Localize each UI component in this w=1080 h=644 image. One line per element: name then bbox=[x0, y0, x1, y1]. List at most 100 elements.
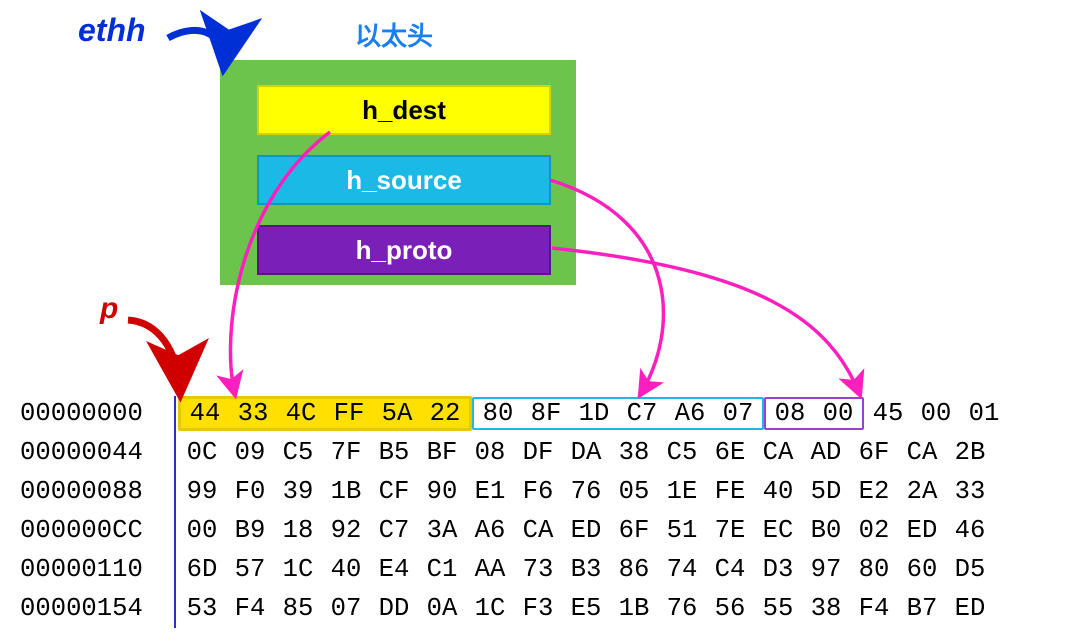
hex-byte: 45 bbox=[864, 394, 912, 433]
hex-byte: 1C bbox=[466, 589, 514, 628]
bytes-proto: 0800 bbox=[764, 397, 864, 430]
hex-byte: ED bbox=[946, 589, 994, 628]
hex-byte: E2 bbox=[850, 472, 898, 511]
hex-byte: 3A bbox=[418, 511, 466, 550]
hex-byte: 80 bbox=[850, 550, 898, 589]
hex-byte: 76 bbox=[562, 472, 610, 511]
hex-byte: 99 bbox=[178, 472, 226, 511]
hex-byte: AD bbox=[802, 433, 850, 472]
p-label: p bbox=[100, 292, 118, 326]
hex-byte: 40 bbox=[754, 472, 802, 511]
hex-byte: F0 bbox=[226, 472, 274, 511]
hex-byte: 97 bbox=[802, 550, 850, 589]
hex-byte: ED bbox=[898, 511, 946, 550]
hex-byte: 40 bbox=[322, 550, 370, 589]
field-h-proto: h_proto bbox=[257, 225, 551, 275]
hex-byte: 55 bbox=[754, 589, 802, 628]
hex-byte: C7 bbox=[370, 511, 418, 550]
hex-byte: DA bbox=[562, 433, 610, 472]
hex-byte: F3 bbox=[514, 589, 562, 628]
hex-byte: C5 bbox=[274, 433, 322, 472]
hex-byte: 09 bbox=[226, 433, 274, 472]
struct-title: 以太头 bbox=[355, 16, 433, 53]
hex-byte: 56 bbox=[706, 589, 754, 628]
hex-byte: CA bbox=[898, 433, 946, 472]
hex-byte: 0C bbox=[178, 433, 226, 472]
hex-row: 000000CC00B91892C73AA6CAED6F517EECB002ED… bbox=[20, 511, 1008, 550]
hex-byte: AA bbox=[466, 550, 514, 589]
diagram-root: { "labels": { "ethh": "ethh", "title": "… bbox=[0, 0, 1080, 644]
hex-byte: D5 bbox=[946, 550, 994, 589]
hex-byte: 1E bbox=[658, 472, 706, 511]
hex-byte: 38 bbox=[802, 589, 850, 628]
hex-byte: 1C bbox=[274, 550, 322, 589]
hex-byte: E5 bbox=[562, 589, 610, 628]
bytes-source: 808F1DC7A607 bbox=[472, 397, 764, 430]
hex-byte: F6 bbox=[514, 472, 562, 511]
hex-offset: 000000CC bbox=[20, 511, 160, 550]
hex-byte: 02 bbox=[850, 511, 898, 550]
hex-byte: FE bbox=[706, 472, 754, 511]
arrow-proto bbox=[552, 248, 860, 395]
hex-offset: 00000044 bbox=[20, 433, 160, 472]
hex-byte: B7 bbox=[898, 589, 946, 628]
hex-byte: E4 bbox=[370, 550, 418, 589]
hex-offset: 00000154 bbox=[20, 589, 160, 628]
hex-byte: CA bbox=[754, 433, 802, 472]
hex-row: 000001106D571C40E4C1AA73B38674C4D3978060… bbox=[20, 550, 1008, 589]
hex-byte: 2B bbox=[946, 433, 994, 472]
hex-byte: 74 bbox=[658, 550, 706, 589]
hex-byte: 08 bbox=[466, 433, 514, 472]
hex-offset: 00000000 bbox=[20, 394, 160, 433]
hex-byte: 76 bbox=[658, 589, 706, 628]
hex-offset: 00000088 bbox=[20, 472, 160, 511]
hex-byte: 7E bbox=[706, 511, 754, 550]
hex-byte: DD bbox=[370, 589, 418, 628]
hex-byte: 05 bbox=[610, 472, 658, 511]
hex-dump: 0000000044334CFF5A22808F1DC7A60708004500… bbox=[20, 394, 1008, 628]
hex-byte: D3 bbox=[754, 550, 802, 589]
hex-byte: 33 bbox=[946, 472, 994, 511]
hex-byte: 00 bbox=[912, 394, 960, 433]
hex-byte: 7F bbox=[322, 433, 370, 472]
hex-byte: 0A bbox=[418, 589, 466, 628]
hex-byte: 38 bbox=[610, 433, 658, 472]
hex-offset: 00000110 bbox=[20, 550, 160, 589]
hex-byte: 60 bbox=[898, 550, 946, 589]
hex-byte: 46 bbox=[946, 511, 994, 550]
hex-byte: 6F bbox=[610, 511, 658, 550]
hex-byte: 5D bbox=[802, 472, 850, 511]
arrow-ethh bbox=[168, 30, 224, 66]
hex-byte: 90 bbox=[418, 472, 466, 511]
hex-byte: A6 bbox=[466, 511, 514, 550]
field-h-source: h_source bbox=[257, 155, 551, 205]
hex-byte: B3 bbox=[562, 550, 610, 589]
hex-byte: 53 bbox=[178, 589, 226, 628]
hex-byte: 07 bbox=[322, 589, 370, 628]
hex-byte: 2A bbox=[898, 472, 946, 511]
hex-byte: ED bbox=[562, 511, 610, 550]
hex-byte: F4 bbox=[226, 589, 274, 628]
hex-byte: B9 bbox=[226, 511, 274, 550]
hex-row: 0000015453F48507DD0A1CF3E51B76565538F4B7… bbox=[20, 589, 1008, 628]
hex-byte: 57 bbox=[226, 550, 274, 589]
hex-byte: C1 bbox=[418, 550, 466, 589]
hex-byte: C4 bbox=[706, 550, 754, 589]
hex-byte: C5 bbox=[658, 433, 706, 472]
hex-byte: DF bbox=[514, 433, 562, 472]
hex-byte: 39 bbox=[274, 472, 322, 511]
bytes-dest: 44334CFF5A22 bbox=[178, 396, 472, 431]
hex-byte: 85 bbox=[274, 589, 322, 628]
hex-byte: 6D bbox=[178, 550, 226, 589]
hex-byte: B5 bbox=[370, 433, 418, 472]
hex-byte: BF bbox=[418, 433, 466, 472]
hex-byte: B0 bbox=[802, 511, 850, 550]
hex-byte: 00 bbox=[178, 511, 226, 550]
hex-byte: 01 bbox=[960, 394, 1008, 433]
hex-byte: 51 bbox=[658, 511, 706, 550]
hex-row: 000000440C09C57FB5BF08DFDA38C56ECAAD6FCA… bbox=[20, 433, 1008, 472]
hex-byte: E1 bbox=[466, 472, 514, 511]
hex-byte: EC bbox=[754, 511, 802, 550]
hex-byte: F4 bbox=[850, 589, 898, 628]
hex-byte: 92 bbox=[322, 511, 370, 550]
